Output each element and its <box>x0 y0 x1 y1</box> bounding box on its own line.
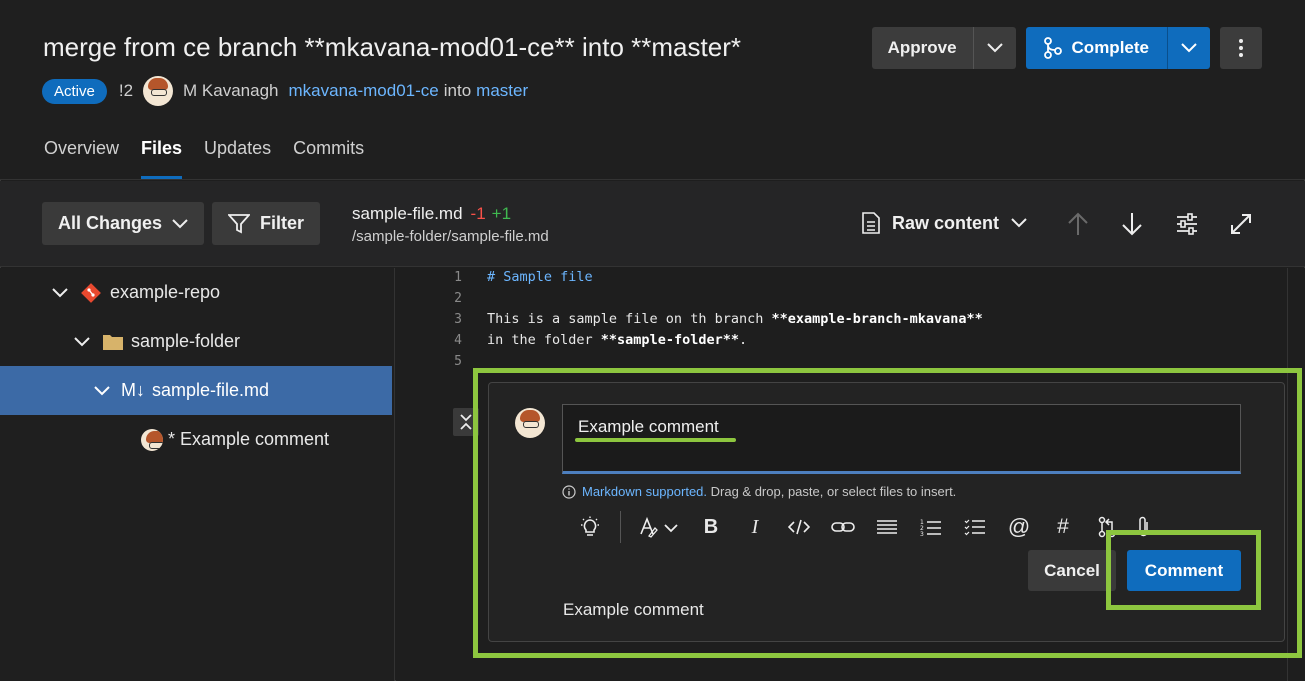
tab-files[interactable]: Files <box>141 138 183 179</box>
files-toolbar: All Changes Filter sample-file.md -1 +1 /s… <box>0 181 1305 267</box>
author-avatar[interactable] <box>143 76 174 106</box>
pr-tabs: Overview Files Updates Commits <box>44 138 364 179</box>
file-path: /sample-folder/sample-file.md <box>352 228 549 245</box>
all-changes-label: All Changes <box>58 213 163 233</box>
more-actions-button[interactable] <box>1220 27 1262 69</box>
pr-title: merge from ce branch **mkavana-mod01-ce*… <box>43 32 741 62</box>
merge-icon <box>1043 37 1062 59</box>
chevron-down-icon <box>52 287 68 297</box>
tree-item-repo[interactable]: example-repo <box>0 268 392 317</box>
deletions-count: -1 <box>470 204 486 223</box>
line-number: 2 <box>454 291 462 306</box>
next-change-button[interactable] <box>1119 211 1145 237</box>
arrow-down-icon <box>1122 213 1142 236</box>
pr-actions: Approve Complete <box>871 27 1262 69</box>
approve-split-button: Approve <box>871 27 1016 69</box>
file-name-tree: sample-file.md <box>152 380 270 400</box>
settings-sliders-icon <box>1177 213 1197 235</box>
tree-item-file[interactable]: M↓ sample-file.md <box>0 366 392 415</box>
code-text: . <box>738 332 748 348</box>
line-number: 1 <box>454 270 462 285</box>
additions-count: +1 <box>491 204 512 223</box>
comment-avatar <box>141 428 163 451</box>
code-line-3: This is a sample file on th branch **exa… <box>487 311 983 327</box>
tab-overview[interactable]: Overview <box>44 138 119 179</box>
code-bold: **example-branch-mkavana** <box>771 311 983 327</box>
complete-split-button: Complete <box>1025 27 1210 69</box>
repo-name: example-repo <box>110 282 221 302</box>
code-line-1: # Sample file <box>487 269 593 285</box>
fullscreen-button[interactable] <box>1228 211 1254 237</box>
source-branch-link[interactable]: mkavana-mod01-ce <box>289 81 439 101</box>
file-name-row: sample-file.md -1 +1 <box>352 204 549 224</box>
complete-dropdown-button[interactable] <box>1168 27 1210 69</box>
tree-item-comment[interactable]: * Example comment <box>0 415 392 464</box>
folder-name: sample-folder <box>131 331 241 351</box>
comment-thread-label: * Example comment <box>168 429 330 449</box>
file-name: sample-file.md <box>352 204 463 223</box>
target-branch-link[interactable]: master <box>476 81 528 101</box>
author-name[interactable]: M Kavanagh <box>183 81 278 101</box>
collapse-icon <box>460 414 472 430</box>
approve-button[interactable]: Approve <box>871 27 974 69</box>
chevron-down-icon <box>1011 218 1027 228</box>
all-changes-dropdown[interactable]: All Changes <box>42 202 205 245</box>
filter-label: Filter <box>260 213 305 233</box>
arrow-up-icon <box>1068 212 1088 235</box>
pr-header: merge from ce branch **mkavana-mod01-ce*… <box>0 0 1305 180</box>
tab-commits[interactable]: Commits <box>293 138 364 179</box>
raw-content-label: Raw content <box>892 212 1000 233</box>
highlight-frame <box>473 368 1302 658</box>
chevron-down-icon <box>986 43 1003 53</box>
chevron-down-icon <box>172 218 188 228</box>
chevron-down-icon <box>1181 43 1197 53</box>
view-settings-button[interactable] <box>1174 211 1200 237</box>
previous-change-button[interactable] <box>1065 211 1091 237</box>
complete-button[interactable]: Complete <box>1025 27 1168 69</box>
pr-reference: !2 <box>118 81 134 100</box>
code-text: in the folder <box>487 332 601 348</box>
document-icon <box>862 212 880 234</box>
code-text: This is a sample file on th branch <box>487 311 772 327</box>
status-badge: Active <box>42 78 107 104</box>
into-label: into <box>443 81 472 100</box>
tab-updates[interactable]: Updates <box>204 138 271 179</box>
line-number: 4 <box>454 333 462 348</box>
approve-dropdown-button[interactable] <box>973 27 1016 69</box>
chevron-down-icon <box>74 336 90 346</box>
tree-item-folder[interactable]: sample-folder <box>0 317 392 366</box>
expand-icon <box>1231 214 1251 234</box>
raw-content-dropdown[interactable]: Raw content <box>862 212 1027 234</box>
chevron-down-icon <box>94 385 110 395</box>
code-line-4: in the folder **sample-folder**. <box>487 332 747 348</box>
file-info: sample-file.md -1 +1 /sample-folder/sample… <box>352 204 549 245</box>
folder-icon <box>103 334 123 350</box>
markdown-icon: M↓ <box>121 380 145 400</box>
filter-button[interactable]: Filter <box>212 202 321 245</box>
more-vertical-icon <box>1239 39 1243 57</box>
line-number: 5 <box>454 354 462 369</box>
highlight-frame-comment-button <box>1106 530 1261 610</box>
git-repo-icon <box>81 282 101 303</box>
code-bold: **sample-folder** <box>600 332 739 348</box>
complete-label: Complete <box>1071 38 1149 57</box>
pr-meta: Active !2 M Kavanagh mkavana-mod01-ce in… <box>42 76 528 106</box>
filter-icon <box>228 213 250 233</box>
file-tree: example-repo sample-folder M↓ sample-fil… <box>0 268 395 681</box>
line-number: 3 <box>454 312 462 327</box>
